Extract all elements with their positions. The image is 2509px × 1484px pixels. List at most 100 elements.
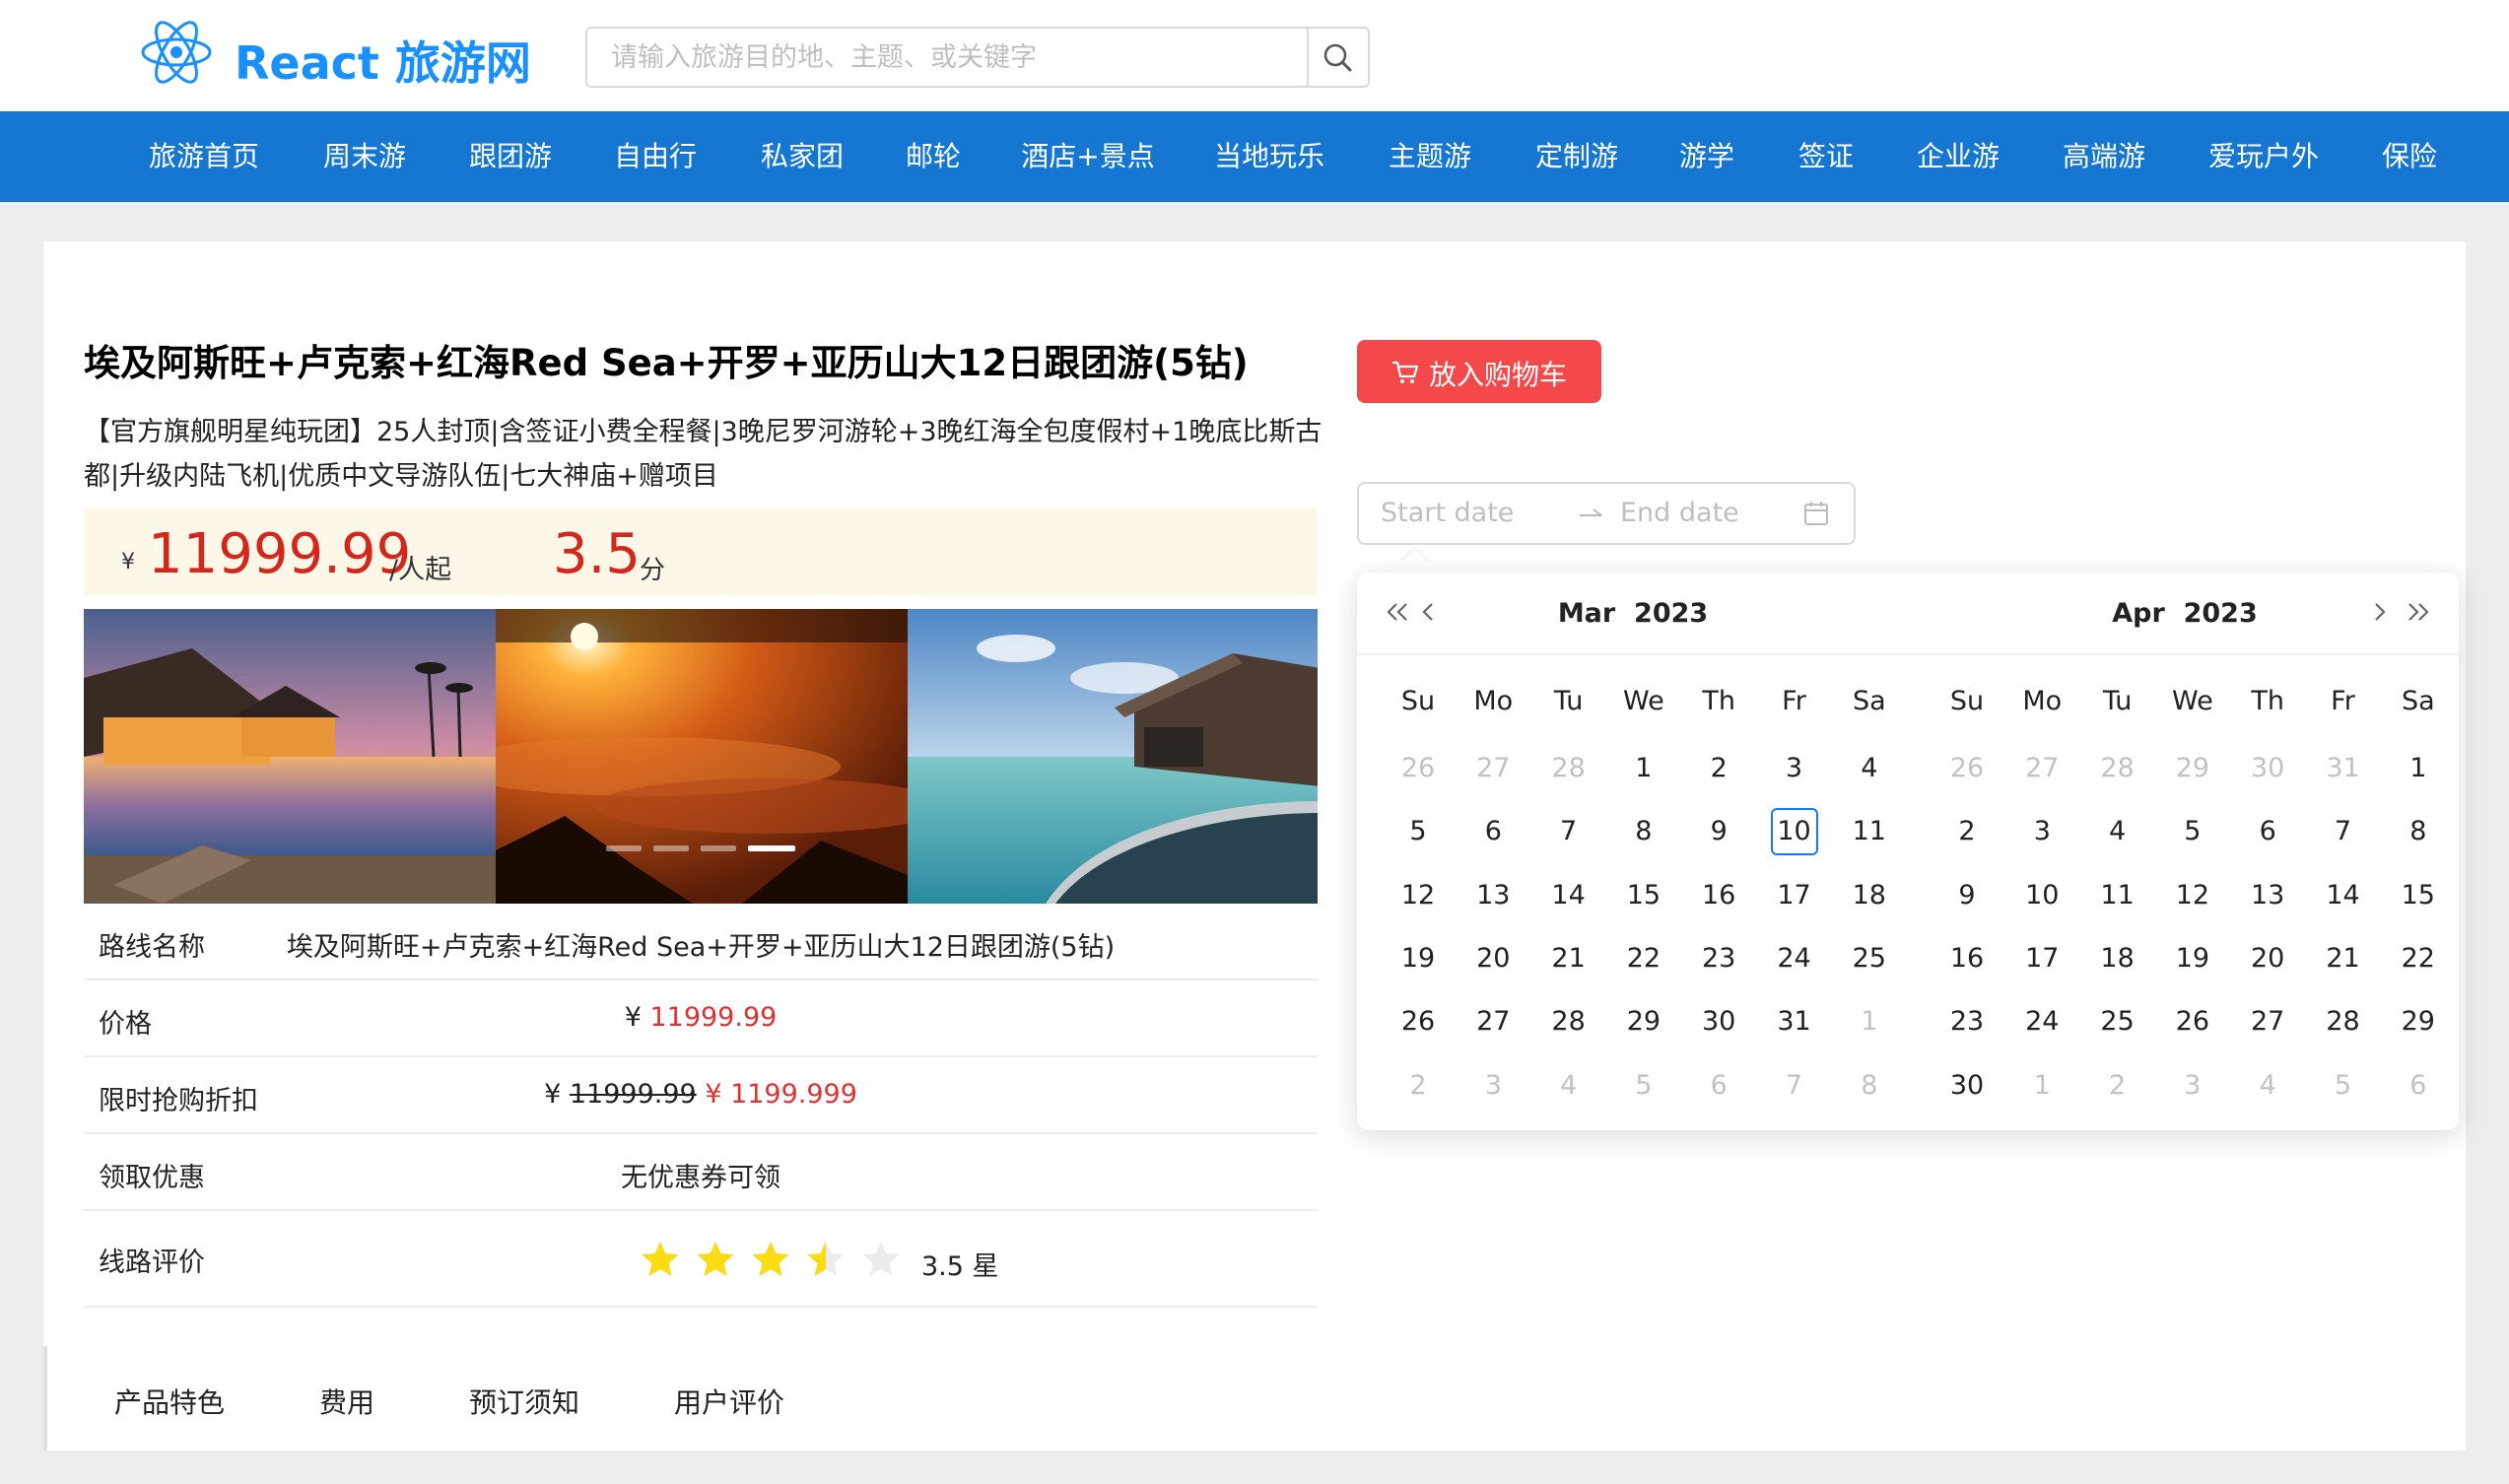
end-date-input[interactable]: End date xyxy=(1620,498,1739,528)
calendar-day[interactable]: 10 xyxy=(1770,808,1818,856)
calendar-day[interactable]: 19 xyxy=(1394,935,1442,982)
nav-item[interactable]: 企业游 xyxy=(1917,111,2000,202)
calendar-day[interactable]: 3 xyxy=(1469,1062,1517,1110)
calendar-day[interactable]: 25 xyxy=(1846,935,1893,982)
calendar-day[interactable]: 15 xyxy=(2395,872,2442,919)
next-year-icon[interactable] xyxy=(2398,592,2437,632)
calendar-day[interactable]: 13 xyxy=(1469,872,1517,919)
calendar-day[interactable]: 30 xyxy=(1943,1062,1991,1110)
right-month[interactable]: Apr xyxy=(2112,598,2165,629)
calendar-day[interactable]: 17 xyxy=(1771,872,1818,919)
calendar-day[interactable]: 30 xyxy=(2244,745,2291,792)
react-logo-icon[interactable] xyxy=(140,18,213,87)
calendar-day[interactable]: 19 xyxy=(2169,935,2216,982)
carousel-dot[interactable] xyxy=(653,845,689,851)
nav-item[interactable]: 旅游首页 xyxy=(149,111,259,202)
calendar-day[interactable]: 26 xyxy=(1943,745,1991,792)
tab-item[interactable]: 用户评价 xyxy=(674,1382,784,1421)
calendar-day[interactable]: 28 xyxy=(1545,998,1593,1046)
calendar-day[interactable]: 26 xyxy=(1394,998,1442,1046)
right-year[interactable]: 2023 xyxy=(2184,598,2258,629)
calendar-day[interactable]: 21 xyxy=(1545,935,1593,982)
calendar-day[interactable]: 1 xyxy=(2018,1062,2066,1110)
calendar-day[interactable]: 23 xyxy=(1695,935,1742,982)
calendar-day[interactable]: 13 xyxy=(2244,872,2291,919)
calendar-day[interactable]: 27 xyxy=(1469,998,1517,1046)
left-month-title[interactable]: Mar 2023 xyxy=(1558,598,1708,629)
calendar-day[interactable]: 4 xyxy=(1846,745,1893,792)
calendar-day[interactable]: 8 xyxy=(1620,808,1667,855)
calendar-day[interactable]: 28 xyxy=(2094,745,2141,792)
nav-item[interactable]: 私家团 xyxy=(761,111,844,202)
calendar-day[interactable]: 18 xyxy=(1846,872,1893,919)
calendar-day[interactable]: 2 xyxy=(1695,745,1742,792)
search-button[interactable] xyxy=(1307,29,1368,86)
calendar-day[interactable]: 20 xyxy=(1469,935,1517,982)
calendar-day[interactable]: 1 xyxy=(2395,745,2442,792)
calendar-day[interactable]: 27 xyxy=(2018,745,2066,792)
calendar-day[interactable]: 26 xyxy=(2169,998,2216,1046)
calendar-day[interactable]: 12 xyxy=(1394,872,1442,919)
calendar-day[interactable]: 31 xyxy=(1771,998,1818,1046)
tab-item[interactable]: 产品特色 xyxy=(114,1382,225,1421)
calendar-day[interactable]: 7 xyxy=(1545,808,1593,855)
calendar-day[interactable]: 27 xyxy=(1469,745,1517,792)
calendar-day[interactable]: 5 xyxy=(1620,1062,1667,1110)
tab-item[interactable]: 预订须知 xyxy=(469,1382,579,1421)
calendar-day[interactable]: 25 xyxy=(2094,998,2141,1046)
nav-item[interactable]: 邮轮 xyxy=(906,111,961,202)
calendar-day[interactable]: 24 xyxy=(2018,998,2066,1046)
tab-item[interactable]: 费用 xyxy=(319,1382,374,1421)
calendar-day[interactable]: 16 xyxy=(1695,872,1742,919)
calendar-day[interactable]: 2 xyxy=(1394,1062,1442,1110)
calendar-day[interactable]: 31 xyxy=(2320,745,2367,792)
calendar-day[interactable]: 11 xyxy=(1846,808,1893,855)
calendar-day[interactable]: 15 xyxy=(1620,872,1667,919)
calendar-day[interactable]: 29 xyxy=(2169,745,2216,792)
calendar-day[interactable]: 28 xyxy=(2320,998,2367,1046)
date-range-picker[interactable]: Start date End date xyxy=(1357,482,1856,545)
star-icon[interactable] xyxy=(859,1239,903,1282)
carousel-dot[interactable] xyxy=(606,845,642,851)
calendar-day[interactable]: 9 xyxy=(1695,808,1742,855)
calendar-day[interactable]: 18 xyxy=(2094,935,2141,982)
star-icon[interactable] xyxy=(749,1239,792,1282)
nav-item[interactable]: 自由行 xyxy=(614,111,697,202)
nav-item[interactable]: 酒店+景点 xyxy=(1021,111,1154,202)
app-title[interactable]: React 旅游网 xyxy=(235,28,531,93)
nav-item[interactable]: 主题游 xyxy=(1389,111,1471,202)
nav-item[interactable]: 高端游 xyxy=(2063,111,2145,202)
image-carousel[interactable] xyxy=(84,609,1318,904)
calendar-day[interactable]: 3 xyxy=(2169,1062,2216,1110)
calendar-day[interactable]: 6 xyxy=(1695,1062,1742,1110)
calendar-day[interactable]: 23 xyxy=(1943,998,1991,1046)
nav-item[interactable]: 保险 xyxy=(2382,111,2437,202)
nav-item[interactable]: 游学 xyxy=(1679,111,1734,202)
calendar-day[interactable]: 6 xyxy=(1469,808,1517,855)
calendar-day[interactable]: 9 xyxy=(1943,872,1991,919)
nav-item[interactable]: 周末游 xyxy=(323,111,406,202)
next-month-icon[interactable] xyxy=(2360,592,2400,632)
calendar-day[interactable]: 22 xyxy=(2395,935,2442,982)
calendar-day[interactable]: 21 xyxy=(2320,935,2367,982)
star-icon[interactable] xyxy=(694,1239,737,1282)
nav-item[interactable]: 当地玩乐 xyxy=(1214,111,1324,202)
right-month-title[interactable]: Apr 2023 xyxy=(2112,598,2258,629)
calendar-day[interactable]: 2 xyxy=(2094,1062,2141,1110)
calendar-day[interactable]: 27 xyxy=(2244,998,2291,1046)
calendar-day[interactable]: 10 xyxy=(2018,872,2066,919)
calendar-day[interactable]: 1 xyxy=(1846,998,1893,1046)
calendar-day[interactable]: 3 xyxy=(1771,745,1818,792)
calendar-day[interactable]: 3 xyxy=(2018,808,2066,855)
calendar-day[interactable]: 6 xyxy=(2395,1062,2442,1110)
calendar-day[interactable]: 5 xyxy=(2169,808,2216,855)
calendar-day[interactable]: 4 xyxy=(2244,1062,2291,1110)
calendar-day[interactable]: 28 xyxy=(1545,745,1593,792)
calendar-day[interactable]: 8 xyxy=(2395,808,2442,855)
carousel-dot-active[interactable] xyxy=(748,845,795,851)
left-month[interactable]: Mar xyxy=(1558,598,1615,629)
star-icon[interactable] xyxy=(804,1239,848,1282)
calendar-day[interactable]: 7 xyxy=(1771,1062,1818,1110)
calendar-day[interactable]: 7 xyxy=(2320,808,2367,855)
calendar-day[interactable]: 8 xyxy=(1846,1062,1893,1110)
